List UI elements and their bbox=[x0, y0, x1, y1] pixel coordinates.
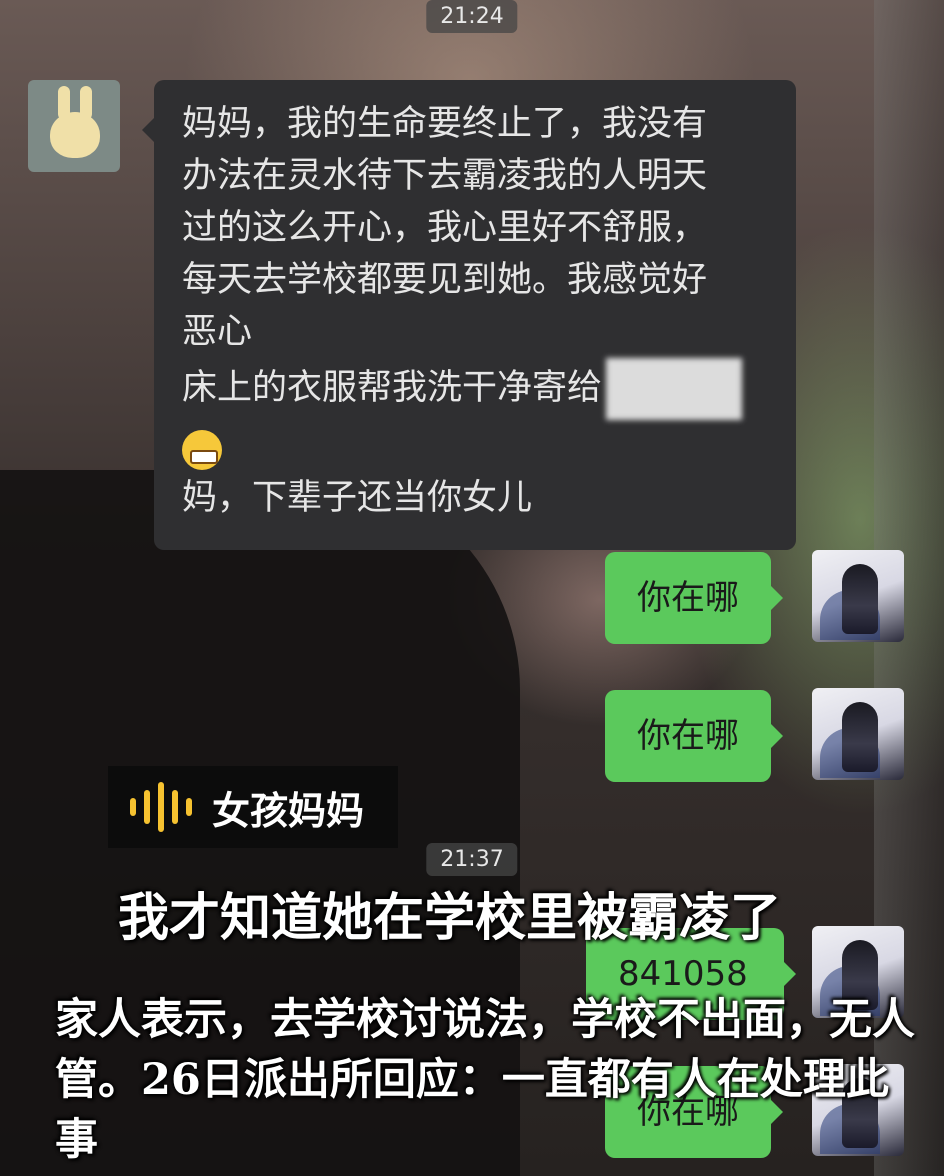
wave-bar bbox=[186, 798, 192, 816]
bunny-icon bbox=[50, 112, 100, 158]
user-avatar[interactable] bbox=[812, 688, 904, 780]
speaker-label: 女孩妈妈 bbox=[108, 766, 398, 848]
waveform-icon bbox=[130, 782, 192, 832]
message-line: 每天去学校都要见到她。我感觉好 bbox=[182, 260, 708, 300]
message-line: 办法在灵水待下去霸凌我的人明天 bbox=[182, 156, 708, 196]
wave-bar bbox=[130, 798, 136, 816]
speaker-name: 女孩妈妈 bbox=[212, 787, 365, 833]
caption-body: 家人表示，去学校讨说法，学校不出面，无人管。26日派出所回应：一直都有人在处理此… bbox=[55, 995, 915, 1165]
message-text: 床上的衣服帮我洗干净寄给 bbox=[182, 368, 603, 408]
redacted-blur bbox=[606, 358, 743, 420]
emoji-line bbox=[182, 420, 770, 472]
avatar-person bbox=[842, 564, 878, 634]
message-line: 过的这么开心，我心里好不舒服， bbox=[182, 208, 708, 248]
outgoing-message-bubble[interactable]: 你在哪 bbox=[605, 690, 783, 782]
wave-bar bbox=[144, 790, 150, 824]
timestamp: 21:37 bbox=[426, 843, 518, 876]
incoming-message-bubble[interactable]: 妈妈，我的生命要终止了，我没有 办法在灵水待下去霸凌我的人明天 过的这么开心，我… bbox=[142, 80, 796, 550]
message-line: 妈妈，我的生命要终止了，我没有 bbox=[182, 104, 708, 144]
sender-avatar[interactable] bbox=[28, 80, 120, 172]
caption-headline: 我才知道她在学校里被霸凌了 bbox=[118, 888, 782, 948]
wave-bar bbox=[158, 782, 164, 832]
user-avatar[interactable] bbox=[812, 550, 904, 642]
message-line: 恶心 bbox=[182, 312, 253, 352]
outgoing-message-bubble[interactable]: 你在哪 bbox=[605, 552, 783, 644]
wave-bar bbox=[172, 790, 178, 824]
timestamp: 21:24 bbox=[426, 0, 518, 33]
message-line: 妈，下辈子还当你女儿 bbox=[182, 478, 533, 518]
grinning-face-icon bbox=[182, 430, 222, 470]
message-line-with-redaction: 床上的衣服帮我洗干净寄给 bbox=[182, 358, 770, 420]
avatar-person bbox=[842, 702, 878, 772]
